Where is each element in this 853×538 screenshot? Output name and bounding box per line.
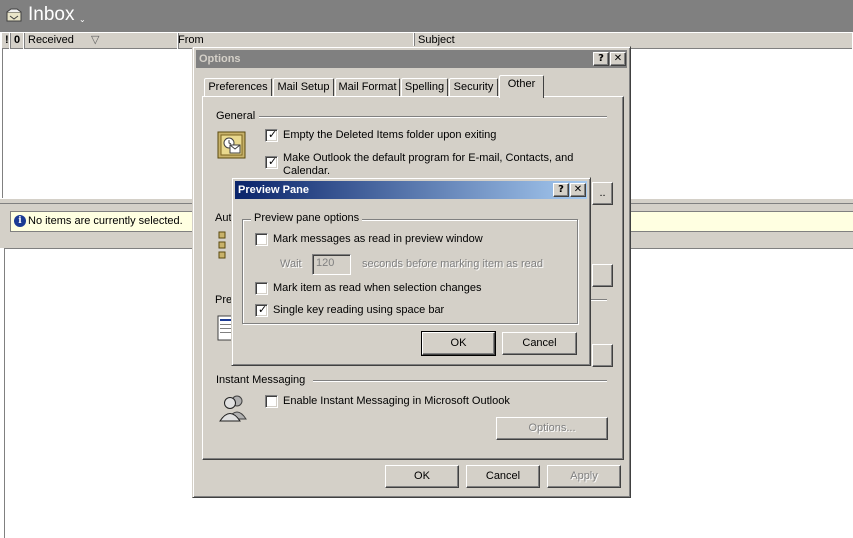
preview-pane-close-button[interactable]: ✕ — [570, 183, 586, 197]
options-cancel-button[interactable]: Cancel — [466, 465, 540, 488]
column-received-label: Received — [28, 34, 74, 46]
seconds-label: seconds before marking item as read — [362, 258, 543, 270]
column-received[interactable]: Received ▽ — [25, 33, 179, 49]
preview-cancel-button[interactable]: Cancel — [502, 332, 577, 355]
wait-seconds-input[interactable]: 120 — [312, 254, 351, 275]
instant-messaging-separator — [313, 380, 607, 382]
column-attachment[interactable]: 0 — [11, 33, 25, 49]
options-titlebar[interactable]: Options ? ✕ — [196, 50, 627, 68]
mark-on-selection-label: Mark item as read when selection changes — [273, 282, 482, 294]
single-key-check-icon: ✓ — [258, 303, 268, 316]
empty-deleted-checkbox[interactable]: ✓ — [265, 128, 278, 142]
instant-messaging-section-label: Instant Messaging — [215, 374, 307, 386]
default-program-label-line2: Calendar. — [283, 165, 331, 177]
general-separator — [259, 116, 607, 118]
preview-pane-help-button[interactable]: ? — [553, 183, 569, 197]
tab-mail-format[interactable]: Mail Format — [335, 78, 400, 97]
inbox-header-bar: Inbox ⌄ — [0, 0, 853, 32]
column-importance[interactable]: ! — [2, 33, 11, 49]
tab-security[interactable]: Security — [449, 78, 498, 97]
info-icon: i — [14, 215, 26, 227]
options-close-button[interactable]: ✕ — [610, 52, 626, 66]
mark-read-preview-checkbox[interactable] — [255, 233, 268, 246]
options-help-button[interactable]: ? — [593, 52, 609, 66]
general-section-label: General — [215, 110, 257, 122]
instant-messaging-icon — [219, 395, 247, 422]
folder-dropdown-icon[interactable]: ⌄ — [79, 15, 86, 24]
empty-deleted-label: Empty the Deleted Items folder upon exit… — [283, 129, 497, 141]
default-program-check-icon: ✓ — [268, 155, 278, 168]
default-program-label-line1: Make Outlook the default program for E-m… — [283, 152, 574, 164]
empty-deleted-check-icon: ✓ — [268, 128, 278, 141]
single-key-reading-checkbox[interactable]: ✓ — [255, 303, 268, 317]
preview-pane-title: Preview Pane — [238, 184, 309, 196]
options-ok-button[interactable]: OK — [385, 465, 459, 488]
mark-read-preview-label: Mark messages as read in preview window — [273, 233, 483, 245]
inbox-folder-icon — [6, 8, 22, 22]
wait-label: Wait — [280, 258, 302, 270]
enable-im-checkbox[interactable] — [265, 395, 278, 408]
enable-im-label: Enable Instant Messaging in Microsoft Ou… — [283, 395, 510, 407]
mark-on-selection-checkbox[interactable] — [255, 282, 268, 295]
options-apply-button[interactable]: Apply — [547, 465, 621, 488]
preview-ok-button[interactable]: OK — [421, 331, 496, 356]
tab-mail-setup[interactable]: Mail Setup — [273, 78, 334, 97]
tab-preferences[interactable]: Preferences — [204, 78, 272, 97]
general-settings-icon — [217, 131, 246, 159]
info-text: No items are currently selected. — [28, 215, 183, 227]
tab-other[interactable]: Other — [499, 75, 544, 98]
tab-spelling[interactable]: Spelling — [401, 78, 448, 97]
folder-title[interactable]: Inbox — [28, 4, 74, 26]
options-title: Options — [199, 53, 241, 65]
preview-section-label: Pre — [215, 294, 233, 306]
default-program-checkbox[interactable]: ✓ — [265, 155, 278, 169]
preview-options-group-label: Preview pane options — [251, 212, 363, 224]
preview-pane-button[interactable] — [592, 344, 613, 367]
advanced-options-button[interactable]: .. — [592, 182, 613, 205]
sort-descending-icon: ▽ — [91, 34, 100, 46]
preview-pane-dialog: Preview Pane ? ✕ Preview pane options Ma… — [231, 177, 591, 366]
autoarchive-button[interactable] — [592, 264, 613, 287]
autoarchive-section-label: Aut — [215, 212, 232, 224]
preview-pane-titlebar[interactable]: Preview Pane ? ✕ — [235, 181, 587, 199]
im-options-button[interactable]: Options... — [496, 417, 608, 440]
single-key-reading-label: Single key reading using space bar — [273, 304, 445, 316]
